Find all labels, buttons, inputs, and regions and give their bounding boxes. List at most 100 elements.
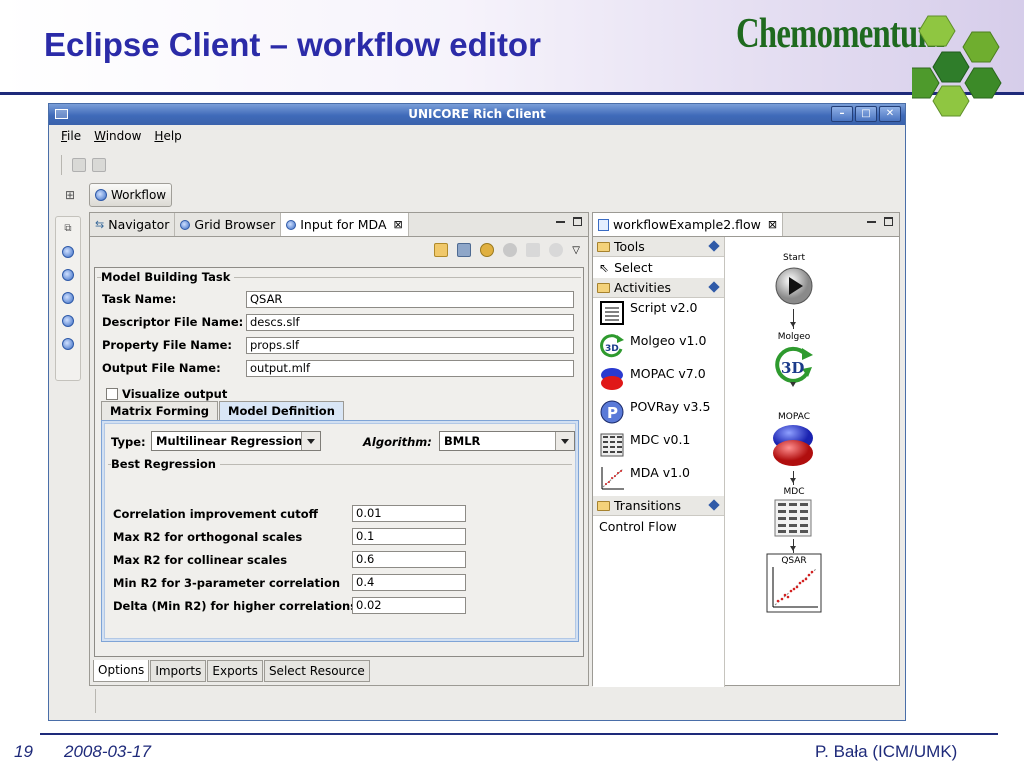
property-file-field[interactable]: props.slf [246, 337, 574, 354]
tab-options[interactable]: Options [93, 660, 150, 682]
mdc-node[interactable] [774, 499, 812, 537]
palette-select[interactable]: ⇖ Select [593, 257, 724, 278]
window-menu-icon[interactable] [55, 109, 68, 119]
tab-workflow-file-label: workflowExample2.flow [613, 217, 761, 232]
molgeo-glyph: 3D [781, 359, 804, 377]
min-r2-3param-field[interactable]: 0.4 [352, 574, 466, 591]
mopac-orbital-icon [601, 368, 623, 390]
start-node[interactable] [774, 266, 814, 306]
max-r2-orthogonal-field[interactable]: 0.1 [352, 528, 466, 545]
maximize-button[interactable]: □ [855, 106, 877, 122]
maximize-icon: □ [861, 108, 871, 119]
workflow-canvas[interactable]: Start Molgeo 3D MOPAC MDC QSAR [726, 237, 899, 685]
pin-icon[interactable] [708, 240, 720, 252]
task-name-field[interactable]: QSAR [246, 291, 574, 308]
tab-input-for-mda[interactable]: Input for MDA ⊠ [281, 213, 409, 236]
tab-navigator-label: Navigator [108, 217, 170, 232]
pin-icon[interactable] [708, 499, 720, 511]
tab-navigator[interactable]: ⇆ Navigator [90, 213, 176, 236]
minimize-view-icon[interactable] [867, 221, 876, 223]
palette-select-label: Select [614, 260, 653, 275]
menu-file[interactable]: File [61, 125, 88, 149]
save-icon[interactable] [72, 158, 86, 172]
globe-icon[interactable] [62, 338, 74, 350]
window-titlebar[interactable]: UNICORE Rich Client – □ ✕ [49, 104, 905, 125]
menu-help[interactable]: Help [154, 125, 188, 149]
visualize-output-checkbox[interactable] [106, 388, 118, 400]
editor-tabs: workflowExample2.flow ⊠ [593, 213, 899, 237]
palette-tools-header[interactable]: Tools [593, 237, 724, 257]
perspective-workflow-button[interactable]: Workflow [89, 183, 173, 207]
palette-transitions-label: Transitions [614, 498, 681, 513]
view-controls [556, 217, 582, 226]
close-button[interactable]: ✕ [879, 106, 901, 122]
group-title-model-building: Model Building Task [101, 270, 235, 284]
minimize-button[interactable]: – [831, 106, 853, 122]
palette-control-flow[interactable]: Control Flow [593, 516, 724, 537]
connector-arrow [790, 309, 796, 329]
tab-exports[interactable]: Exports [207, 660, 263, 682]
logo-hexagons-icon [912, 15, 1002, 117]
globe-icon[interactable] [62, 269, 74, 281]
maximize-view-icon[interactable] [884, 217, 893, 226]
tab-workflow-file[interactable]: workflowExample2.flow ⊠ [593, 213, 784, 236]
run-icon[interactable] [503, 243, 518, 257]
tab-matrix-forming[interactable]: Matrix Forming [101, 401, 219, 421]
refresh-icon[interactable] [549, 243, 564, 257]
view-menu-icon[interactable]: ▽ [572, 245, 580, 256]
palette-activity-mdc[interactable]: MDC v0.1 [593, 430, 724, 463]
output-file-field[interactable]: output.mlf [246, 360, 574, 377]
descriptor-file-field[interactable]: descs.slf [246, 314, 574, 331]
palette-activity-label: Script v2.0 [630, 300, 698, 315]
tab-model-definition[interactable]: Model Definition [219, 401, 344, 421]
close-tab-icon[interactable]: ⊠ [394, 218, 403, 231]
algorithm-select[interactable]: BMLR [439, 431, 575, 451]
palette-transitions-header[interactable]: Transitions [593, 496, 724, 516]
palette-activities-header[interactable]: Activities [593, 278, 724, 298]
submit-icon[interactable] [526, 243, 541, 257]
restore-icon[interactable]: ⧉ [64, 223, 71, 235]
edit-icon[interactable] [434, 243, 449, 257]
model-building-form: Model Building Task Task Name: QSAR Desc… [94, 267, 584, 657]
delta-min-r2-field[interactable]: 0.02 [352, 597, 466, 614]
slide-number: 19 [14, 742, 33, 761]
globe-icon[interactable] [62, 315, 74, 327]
menu-window[interactable]: Window [94, 125, 148, 149]
toolbar-separator [61, 155, 62, 175]
palette-activity-povray[interactable]: P POVRay v3.5 [593, 397, 724, 430]
correlation-cutoff-field[interactable]: 0.01 [352, 505, 466, 522]
palette-activity-molgeo[interactable]: 3D Molgeo v1.0 [593, 331, 724, 364]
perspective-bar: ⊞ Workflow [65, 182, 173, 208]
chevron-down-icon [555, 432, 574, 450]
mopac-node[interactable] [770, 423, 816, 469]
save-all-icon[interactable] [92, 158, 106, 172]
settings-icon[interactable] [480, 243, 495, 257]
palette-activity-script[interactable]: Script v2.0 [593, 298, 724, 331]
palette-activity-mopac[interactable]: MOPAC v7.0 [593, 364, 724, 397]
close-tab-icon[interactable]: ⊠ [768, 218, 777, 231]
tab-select-resource[interactable]: Select Resource [263, 660, 370, 682]
max-r2-collinear-field[interactable]: 0.6 [352, 551, 466, 568]
type-select[interactable]: Multilinear Regression [151, 431, 321, 451]
maximize-view-icon[interactable] [573, 217, 582, 226]
menu-help-label: elp [163, 129, 182, 143]
molgeo-node[interactable]: 3D [772, 345, 814, 387]
node-label: Molgeo [777, 332, 811, 342]
slide-date: 2008-03-17 [64, 742, 151, 761]
slide-header-rule [0, 92, 1024, 95]
type-label: Type: [111, 435, 146, 449]
pin-icon[interactable] [708, 281, 720, 293]
globe-icon[interactable] [62, 292, 74, 304]
chevron-down-icon [301, 432, 320, 450]
view-tabs: ⇆ Navigator Grid Browser Input for MDA ⊠ [90, 213, 588, 237]
folder-icon [597, 282, 610, 293]
palette-activity-mda[interactable]: MDA v1.0 [593, 463, 724, 496]
palette-control-flow-label: Control Flow [599, 519, 677, 534]
tab-grid-browser[interactable]: Grid Browser [175, 213, 282, 236]
minimize-view-icon[interactable] [556, 221, 565, 223]
open-perspective-icon[interactable]: ⊞ [65, 188, 81, 202]
globe-icon[interactable] [62, 246, 74, 258]
tab-imports[interactable]: Imports [150, 660, 207, 682]
save-icon[interactable] [457, 243, 472, 257]
flow-file-icon [598, 218, 609, 231]
